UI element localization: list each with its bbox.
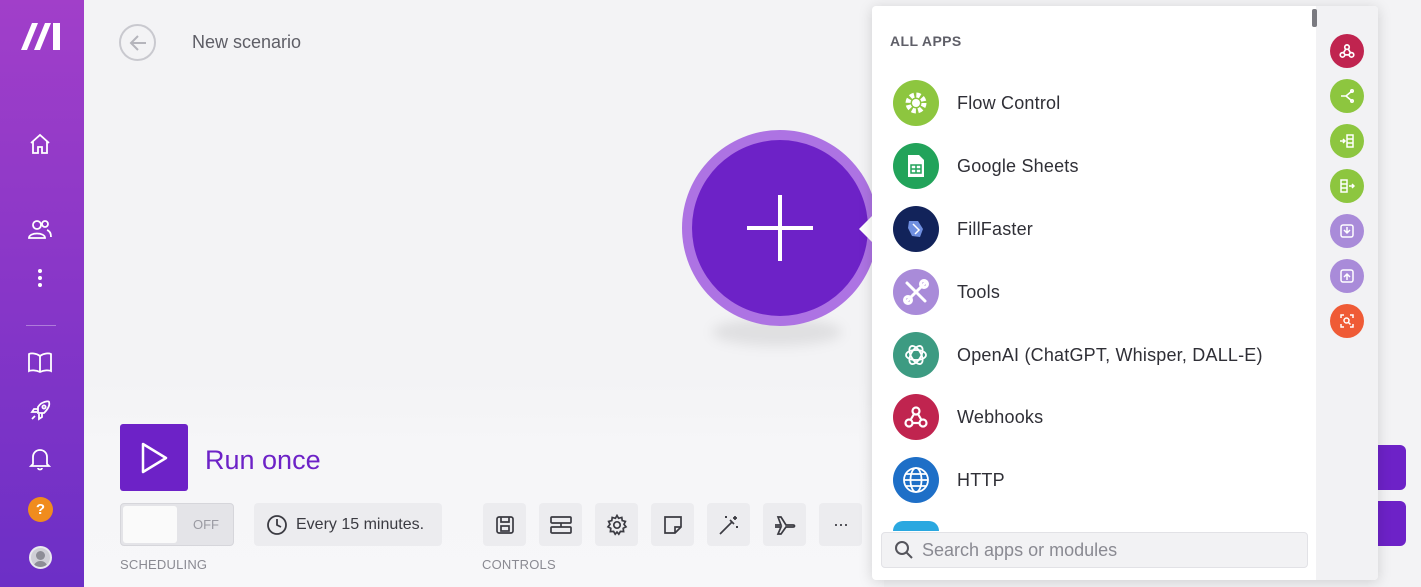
search-icon: [895, 541, 913, 559]
help-icon[interactable]: ?: [28, 497, 53, 522]
app-label: HTTP: [957, 469, 1005, 490]
app-label: Google Sheets: [957, 155, 1079, 176]
next-app-icon: [893, 521, 939, 531]
bottom-toolbar-background: [84, 380, 884, 587]
gear-icon: [893, 80, 939, 126]
run-once-label[interactable]: Run once: [205, 445, 321, 476]
toggle-state-label: OFF: [193, 517, 219, 532]
gear-icon: [606, 513, 627, 536]
app-item-tools[interactable]: Tools: [872, 261, 1312, 323]
app-label: OpenAI (ChatGPT, Whisper, DALL-E): [957, 344, 1263, 365]
airplane-icon: [774, 515, 795, 535]
search-add-icon[interactable]: [1330, 304, 1364, 338]
schedule-text: Every 15 minutes.: [296, 515, 425, 533]
router-icon[interactable]: [1330, 79, 1364, 113]
notes-button[interactable]: [651, 503, 694, 546]
note-icon: [663, 515, 682, 534]
layout-icon: [549, 515, 572, 534]
rocket-icon[interactable]: [24, 395, 56, 427]
aggregator-icon[interactable]: [1330, 124, 1364, 158]
app-label: FillFaster: [957, 218, 1034, 239]
download-icon[interactable]: [1330, 214, 1364, 248]
play-icon: [141, 442, 168, 473]
app-item-flow-control[interactable]: Flow Control: [872, 72, 1312, 134]
webhook-icon: [893, 394, 939, 440]
app-item-openai[interactable]: OpenAI (ChatGPT, Whisper, DALL-E): [872, 324, 1312, 386]
toggle-knob: [123, 506, 177, 543]
search-input[interactable]: [922, 539, 1292, 561]
globe-icon: [893, 457, 939, 503]
save-icon: [495, 515, 514, 534]
scheduling-toggle[interactable]: OFF: [120, 503, 234, 546]
scenario-editor: ? New scenario Run once OFF Every 15 min…: [0, 0, 1421, 587]
app-item-webhooks[interactable]: Webhooks: [872, 386, 1312, 448]
edge-button-top[interactable]: [1376, 445, 1406, 490]
all-apps-heading: ALL APPS: [890, 33, 962, 49]
magic-wand-icon: [718, 515, 738, 535]
controls-caption: CONTROLS: [482, 557, 556, 572]
upload-icon[interactable]: [1330, 259, 1364, 293]
auto-align-button[interactable]: [707, 503, 750, 546]
add-module-button[interactable]: [682, 130, 878, 326]
panel-pointer: [859, 216, 872, 242]
schedule-button[interactable]: Every 15 minutes.: [254, 503, 442, 546]
run-once-button[interactable]: [120, 424, 188, 491]
app-label: Webhooks: [957, 406, 1044, 427]
home-icon[interactable]: [24, 128, 56, 160]
app-item-fillfaster[interactable]: FillFaster: [872, 198, 1312, 260]
sidebar-divider: [26, 325, 56, 326]
tools-icon: [893, 269, 939, 315]
spreadsheet-icon: [893, 143, 939, 189]
panel-scrollbar[interactable]: [1312, 9, 1317, 27]
team-icon[interactable]: [24, 213, 56, 245]
more-vertical-icon[interactable]: [24, 262, 56, 294]
openai-icon: [893, 332, 939, 378]
edge-button-bottom[interactable]: [1376, 501, 1406, 546]
app-label: Tools: [957, 281, 1001, 302]
scenario-settings-button[interactable]: [539, 503, 582, 546]
bell-icon[interactable]: [24, 443, 56, 475]
settings-button[interactable]: [595, 503, 638, 546]
sidebar: ?: [0, 0, 84, 587]
app-picker-panel: ALL APPS Flow Control Google Sheets Fill…: [872, 6, 1378, 580]
iterator-icon[interactable]: [1330, 169, 1364, 203]
scenario-title[interactable]: New scenario: [192, 32, 301, 53]
more-button[interactable]: ···: [819, 503, 862, 546]
explain-flow-button[interactable]: [763, 503, 806, 546]
back-button[interactable]: [119, 24, 156, 61]
book-icon[interactable]: [24, 347, 56, 379]
plus-icon: [747, 195, 813, 261]
webhook-icon[interactable]: [1330, 34, 1364, 68]
clock-icon: [267, 514, 287, 535]
add-module-inner: [692, 140, 868, 316]
scheduling-caption: SCHEDULING: [120, 557, 208, 572]
save-button[interactable]: [483, 503, 526, 546]
fillfaster-icon: [893, 206, 939, 252]
search-box: [881, 532, 1308, 568]
app-label: Flow Control: [957, 92, 1061, 113]
make-logo-icon[interactable]: [19, 20, 63, 52]
avatar[interactable]: [29, 546, 52, 569]
app-item-google-sheets[interactable]: Google Sheets: [872, 135, 1312, 197]
app-item-http[interactable]: HTTP: [872, 449, 1312, 511]
more-horizontal-icon: ···: [833, 514, 849, 534]
